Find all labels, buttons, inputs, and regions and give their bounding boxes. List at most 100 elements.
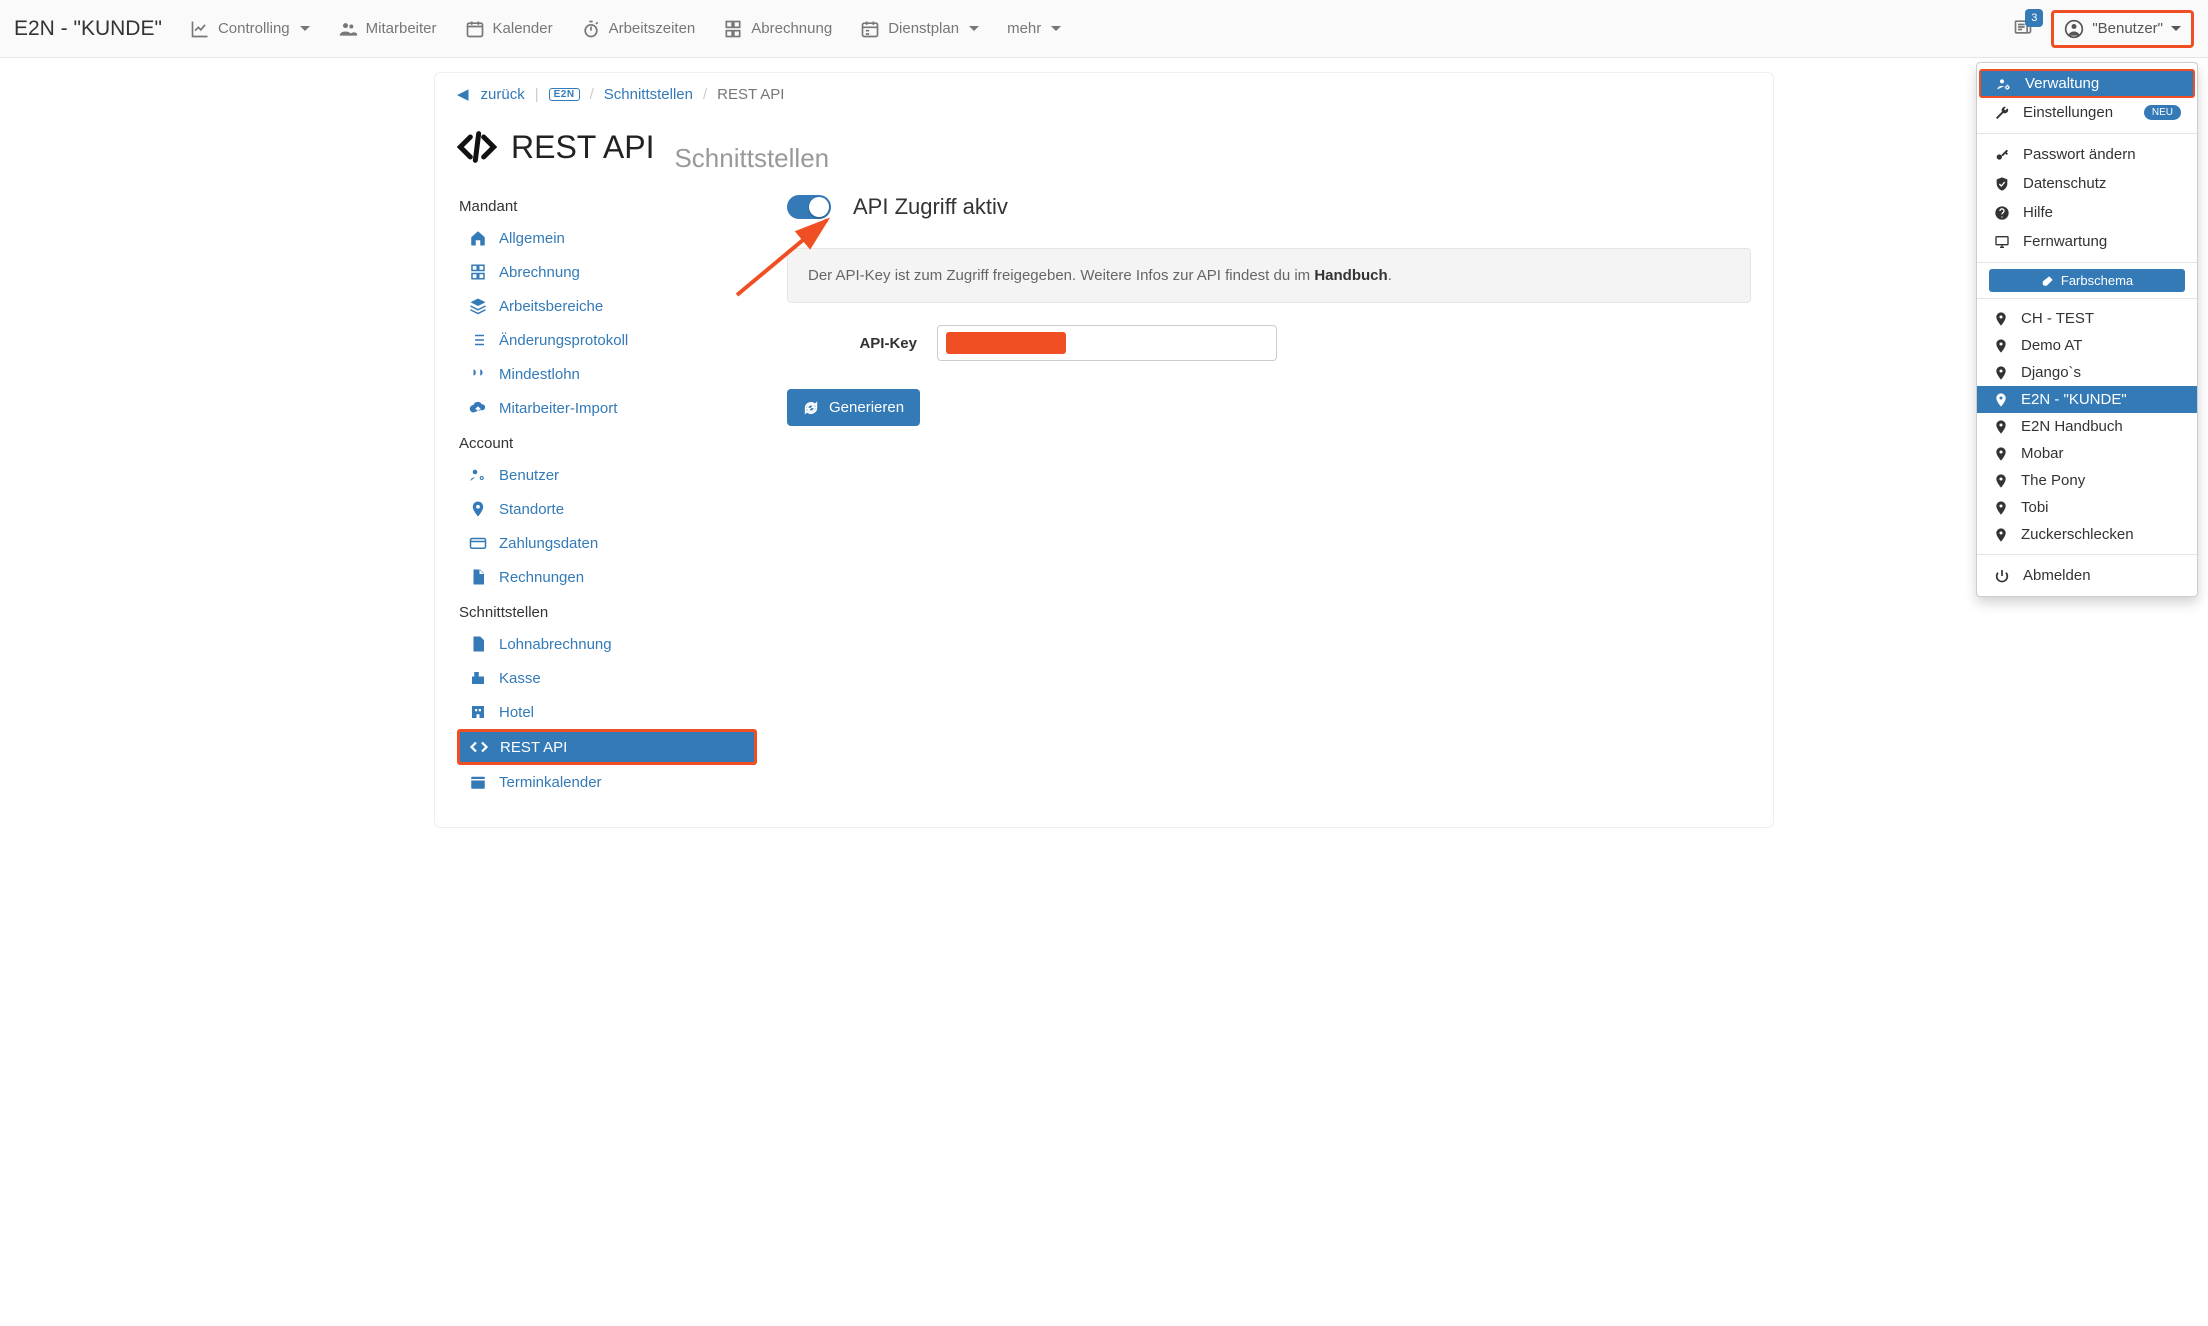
sidebar-item-aenderungsprotokoll[interactable]: Änderungsprotokoll xyxy=(457,323,757,357)
color-scheme-button[interactable]: Farbschema xyxy=(1989,269,2185,292)
sidebar-item-arbeitsbereiche[interactable]: Arbeitsbereiche xyxy=(457,289,757,323)
back-caret-icon: ◀ xyxy=(457,85,469,103)
sidebar-item-mindestlohn[interactable]: Mindestlohn xyxy=(457,357,757,391)
nav-controlling[interactable]: Controlling xyxy=(190,19,310,39)
chart-line-icon xyxy=(190,19,210,39)
sidebar-item-abrechnung[interactable]: Abrechnung xyxy=(457,255,757,289)
context-label: CH - TEST xyxy=(2021,310,2094,327)
dd-fernwartung[interactable]: Fernwartung xyxy=(1977,227,2197,256)
sidebar-item-allgemein[interactable]: Allgemein xyxy=(457,221,757,255)
cloud-upload-icon xyxy=(469,399,487,417)
sidebar-item-kasse[interactable]: Kasse xyxy=(457,661,757,695)
context-label: Mobar xyxy=(2021,445,2064,462)
sidebar-item-zahlungsdaten[interactable]: Zahlungsdaten xyxy=(457,526,757,560)
nav-abrechnung-label: Abrechnung xyxy=(751,20,832,37)
context-label: Demo AT xyxy=(2021,337,2082,354)
context-label: Tobi xyxy=(2021,499,2049,516)
sidebar-item-label: Allgemein xyxy=(499,230,565,247)
breadcrumb-back[interactable]: zurück xyxy=(481,86,525,103)
dd-passwort[interactable]: Passwort ändern xyxy=(1977,140,2197,169)
user-menu-button[interactable]: "Benutzer" xyxy=(2051,10,2194,48)
context-item[interactable]: Tobi xyxy=(1977,494,2197,521)
settings-sidebar: Mandant Allgemein Abrechnung Arbeitsbere… xyxy=(457,188,757,799)
sidebar-item-label: Lohnabrechnung xyxy=(499,636,612,653)
breadcrumb-schnittstellen[interactable]: Schnittstellen xyxy=(604,86,693,103)
handbuch-link[interactable]: Handbuch xyxy=(1314,267,1387,284)
dd-hilfe[interactable]: Hilfe xyxy=(1977,198,2197,227)
nav-abrechnung[interactable]: Abrechnung xyxy=(723,19,832,39)
sidebar-item-label: Benutzer xyxy=(499,467,559,484)
layers-icon xyxy=(469,297,487,315)
api-toggle-row: API Zugriff aktiv xyxy=(787,194,1751,220)
news-button[interactable]: 3 xyxy=(2013,17,2033,41)
neu-badge: NEU xyxy=(2144,105,2181,120)
generate-button[interactable]: Generieren xyxy=(787,389,920,426)
e2n-small-badge[interactable]: E2N xyxy=(549,88,580,101)
context-item[interactable]: The Pony xyxy=(1977,467,2197,494)
sidebar-item-mitarbeiterimport[interactable]: Mitarbeiter-Import xyxy=(457,391,757,425)
map-marker-icon xyxy=(1993,473,2009,489)
hotel-icon xyxy=(469,703,487,721)
api-key-input[interactable] xyxy=(937,325,1277,361)
brand-title: E2N - "KUNDE" xyxy=(14,17,162,41)
sidebar-section-account: Account xyxy=(457,425,757,458)
context-item[interactable]: E2N Handbuch xyxy=(1977,413,2197,440)
dd-datenschutz[interactable]: Datenschutz xyxy=(1977,169,2197,198)
sidebar-item-hotel[interactable]: Hotel xyxy=(457,695,757,729)
user-dropdown: Verwaltung Einstellungen NEU Passwort än… xyxy=(1976,62,2198,597)
nav-mitarbeiter[interactable]: Mitarbeiter xyxy=(338,19,437,39)
dd-einstellungen[interactable]: Einstellungen NEU xyxy=(1977,98,2197,127)
nav-dienstplan[interactable]: Dienstplan xyxy=(860,19,979,39)
divider xyxy=(1977,262,2197,263)
dd-abmelden[interactable]: Abmelden xyxy=(1977,561,2197,590)
sidebar-item-rechnungen[interactable]: Rechnungen xyxy=(457,560,757,594)
context-item[interactable]: CH - TEST xyxy=(1977,305,2197,332)
sidebar-item-label: Zahlungsdaten xyxy=(499,535,598,552)
calendar-alt-icon xyxy=(469,773,487,791)
map-marker-icon xyxy=(1993,392,2009,408)
map-marker-icon xyxy=(1993,500,2009,516)
divider xyxy=(1977,133,2197,134)
sidebar-item-label: Kasse xyxy=(499,670,541,687)
calculator-icon xyxy=(723,19,743,39)
stopwatch-icon xyxy=(581,19,601,39)
context-item[interactable]: Zuckerschlecken xyxy=(1977,521,2197,548)
context-item[interactable]: Mobar xyxy=(1977,440,2197,467)
nav-mehr[interactable]: mehr xyxy=(1007,20,1061,37)
caret-down-icon xyxy=(969,26,979,31)
api-access-toggle[interactable] xyxy=(787,195,831,219)
nav-arbeitszeiten[interactable]: Arbeitszeiten xyxy=(581,19,696,39)
sidebar-item-lohnabrechnung[interactable]: Lohnabrechnung xyxy=(457,627,757,661)
divider xyxy=(1977,298,2197,299)
users-icon xyxy=(338,19,358,39)
context-item[interactable]: Django`s xyxy=(1977,359,2197,386)
sidebar-item-standorte[interactable]: Standorte xyxy=(457,492,757,526)
nav-mitarbeiter-label: Mitarbeiter xyxy=(366,20,437,37)
schedule-icon xyxy=(860,19,880,39)
main-container: ◀ zurück | E2N / Schnittstellen / REST A… xyxy=(434,72,1774,828)
sidebar-item-terminkalender[interactable]: Terminkalender xyxy=(457,765,757,799)
sidebar-item-label: Terminkalender xyxy=(499,774,602,791)
context-label: Django`s xyxy=(2021,364,2081,381)
nav-kalender[interactable]: Kalender xyxy=(465,19,553,39)
sidebar-item-restapi[interactable]: REST API xyxy=(457,729,757,765)
dd-verwaltung[interactable]: Verwaltung xyxy=(1979,69,2195,98)
api-toggle-label: API Zugriff aktiv xyxy=(853,194,1008,220)
content-area: API Zugriff aktiv Der API-Key ist zum Zu… xyxy=(767,188,1751,799)
dd-datenschutz-label: Datenschutz xyxy=(2023,175,2106,192)
context-item[interactable]: Demo AT xyxy=(1977,332,2197,359)
color-scheme-label: Farbschema xyxy=(2061,273,2133,288)
map-marker-icon xyxy=(1993,446,2009,462)
key-icon xyxy=(1993,147,2011,163)
sidebar-item-label: REST API xyxy=(500,739,567,756)
page-title-row: REST API Schnittstellen xyxy=(457,127,1751,174)
sidebar-item-label: Mitarbeiter-Import xyxy=(499,400,617,417)
context-label: E2N Handbuch xyxy=(2021,418,2123,435)
user-cog-icon xyxy=(1995,76,2013,92)
question-circle-icon xyxy=(1993,205,2011,221)
file-alt-icon xyxy=(469,635,487,653)
context-item[interactable]: E2N - "KUNDE" xyxy=(1977,386,2197,413)
sidebar-item-benutzer[interactable]: Benutzer xyxy=(457,458,757,492)
desktop-icon xyxy=(1993,234,2011,250)
nav-kalender-label: Kalender xyxy=(493,20,553,37)
